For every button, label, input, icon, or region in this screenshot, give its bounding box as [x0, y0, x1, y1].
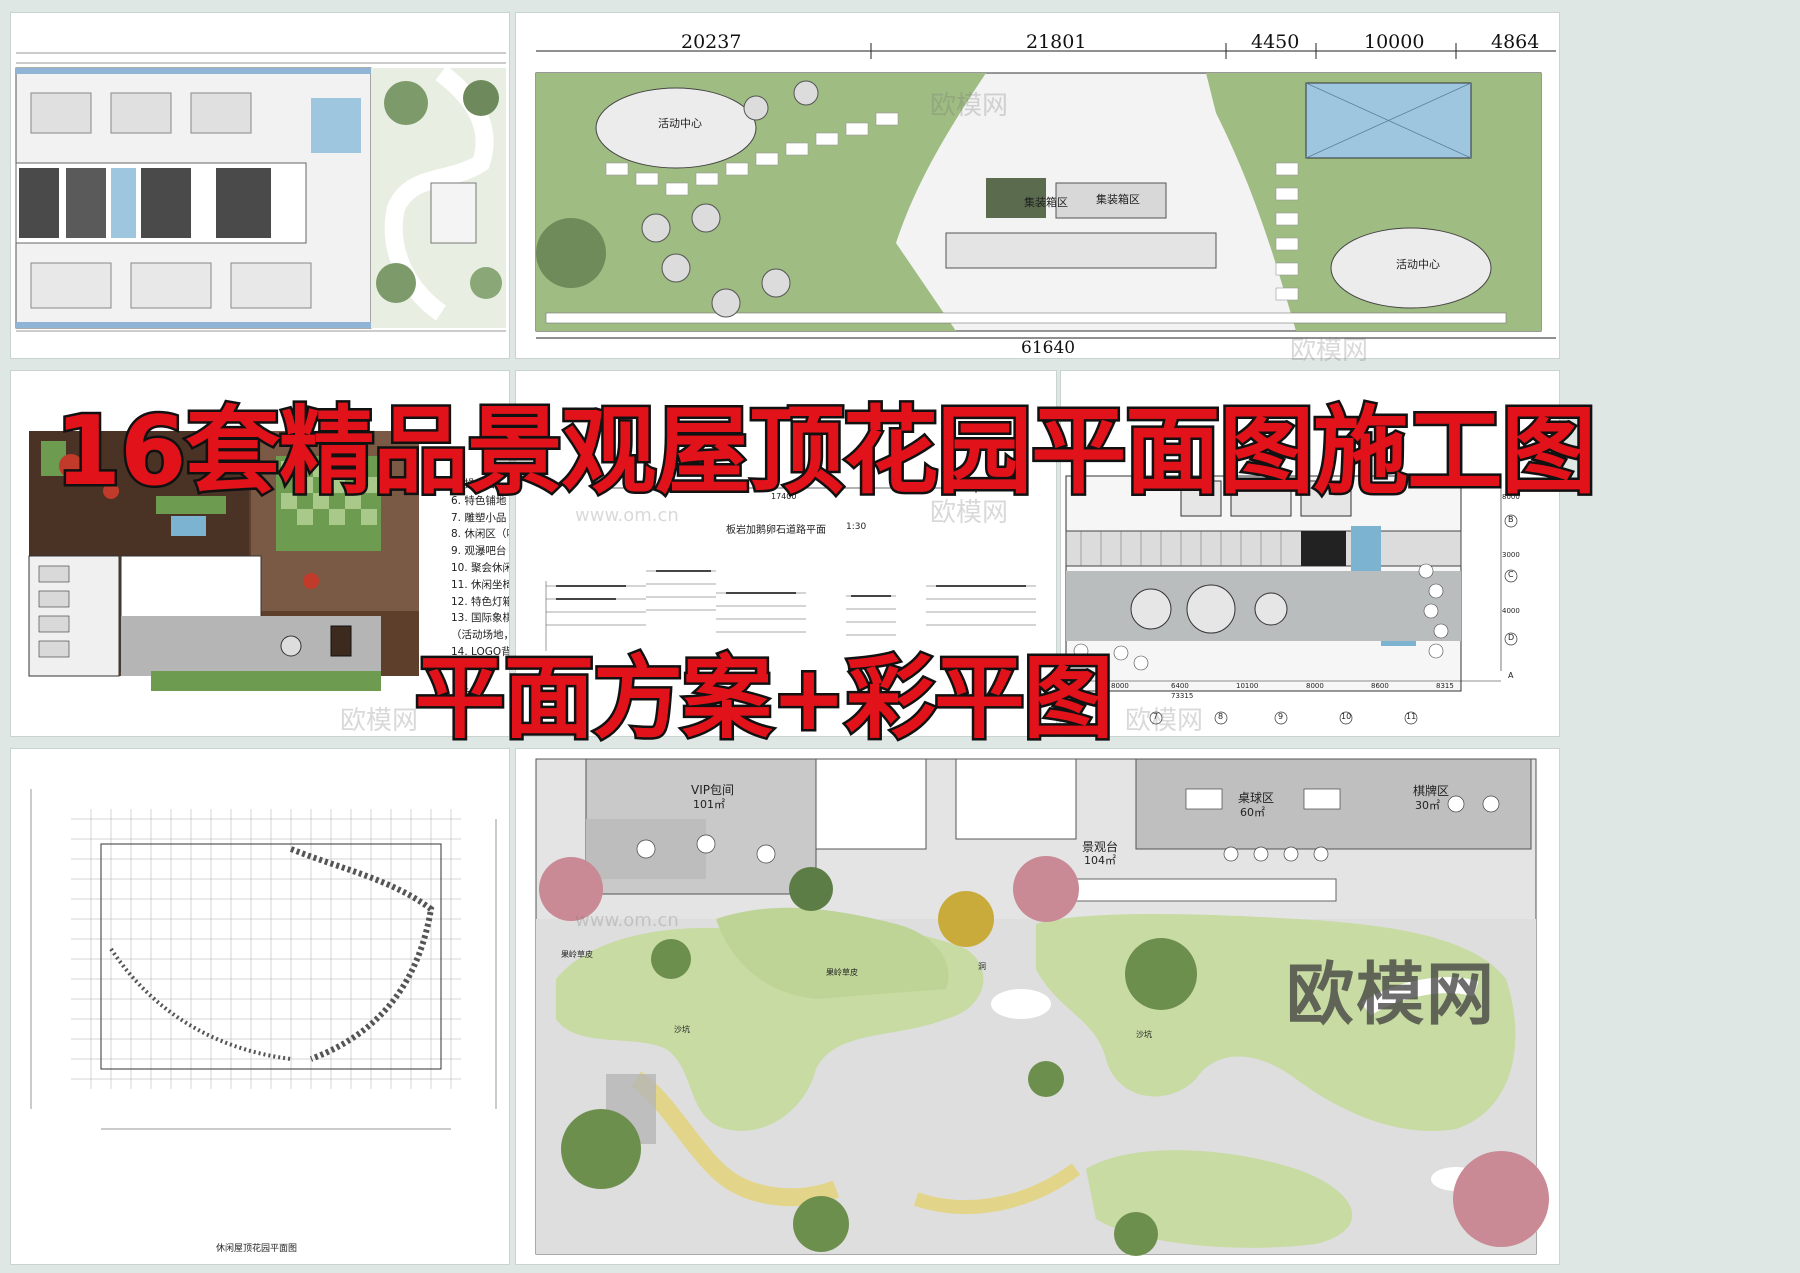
headline-sub: 平面方案+彩平图: [412, 644, 1115, 754]
dim-top-3: 4450: [1251, 31, 1300, 53]
zone-chess-area: 30㎡: [1415, 799, 1440, 812]
watermark: 欧模网: [1290, 336, 1369, 366]
brand-watermark: 欧模网: [1286, 956, 1497, 1035]
zone-terrace-area: 104㎡: [1084, 854, 1116, 867]
label-activity-center-right: 活动中心: [1396, 258, 1440, 271]
dim-right-total: 73315: [1171, 692, 1194, 700]
dim-top-1: 20237: [681, 31, 742, 53]
detail-title: 板岩加鹅卵石道路平面: [726, 525, 826, 536]
zone-vip-area: 101㎡: [693, 798, 725, 811]
panel-gridplan-bottom-left: 休闲屋顶花园平面图: [10, 748, 510, 1265]
dim-right-bottom-3: 10100: [1236, 682, 1259, 690]
panel-floorplan-top-left: [10, 12, 510, 359]
legend-item: 11. 休闲坐椅: [451, 578, 510, 591]
watermark: www.om.cn: [575, 910, 679, 931]
label-container-1: 集装箱区: [1024, 196, 1068, 209]
watermark: 欧模网: [930, 91, 1009, 121]
legend-item: 7. 雕塑小品: [451, 511, 507, 524]
dim-right-bottom-4: 8000: [1306, 682, 1324, 690]
axis-right-1: B: [1508, 515, 1514, 524]
dim-right-bottom-5: 8600: [1371, 682, 1389, 690]
axis-bottom-5: 11: [1406, 712, 1417, 721]
dim-right-side-2: 3000: [1502, 551, 1520, 559]
legend-item: 12. 特色灯箱: [451, 595, 510, 608]
axis-right-3: D: [1508, 633, 1515, 642]
dim-right-bottom-1: 8000: [1111, 682, 1129, 690]
zone-hole: 洞: [978, 962, 986, 971]
watermark: 欧模网: [340, 706, 419, 736]
zone-lawn-2: 果岭草皮: [826, 968, 858, 977]
zone-sand-2: 沙坑: [1136, 1030, 1152, 1039]
zone-billiards-area: 60㎡: [1240, 806, 1265, 819]
gridplan-drawing: [11, 749, 509, 1264]
dim-right-side-3: 4000: [1502, 607, 1520, 615]
panel-colorplan-top-right: 20237 21801 4450 10000 4864 61640 活动中心 活…: [515, 12, 1560, 359]
dim-top-4: 10000: [1364, 31, 1425, 53]
axis-bottom-4: 10: [1341, 712, 1352, 721]
legend-item: 9. 观瀑吧台: [451, 545, 507, 558]
legend-item: 10. 聚会休闲吧: [451, 561, 509, 574]
collage-canvas: 20237 21801 4450 10000 4864 61640 活动中心 活…: [0, 0, 1800, 1273]
dim-top-5: 4864: [1491, 31, 1540, 53]
headline-main: 16套精品景观屋顶花园平面图施工图: [52, 395, 1598, 510]
dim-right-bottom-6: 8315: [1436, 682, 1454, 690]
label-container-2: 集装箱区: [1096, 193, 1140, 206]
watermark: 欧模网: [1125, 706, 1204, 736]
axis-bottom-3: 9: [1278, 712, 1284, 721]
legend-item: 8. 休闲区（吸烟: [451, 528, 509, 541]
panel-colorplan-bottom-right: VIP包间 101㎡ 桌球区 60㎡ 棋牌区 30㎡ 景观台 104㎡ 果岭草皮…: [515, 748, 1560, 1265]
axis-right-2: C: [1508, 570, 1514, 579]
detail-scale: 1:30: [846, 522, 867, 532]
axis-bottom-2: 8: [1218, 712, 1224, 721]
zone-sand-1: 沙坑: [674, 1025, 690, 1034]
gridplan-caption: 休闲屋顶花园平面图: [216, 1244, 298, 1254]
dim-top-2: 21801: [1026, 31, 1087, 53]
label-activity-center-left: 活动中心: [658, 117, 702, 130]
axis-right-4: A: [1508, 671, 1514, 680]
floorplan-drawing: [11, 13, 509, 358]
colorplan-drawing: [516, 13, 1559, 358]
dim-bottom-total: 61640: [1021, 338, 1076, 358]
zone-lawn-1: 果岭草皮: [561, 950, 593, 959]
dim-right-bottom-2: 6400: [1171, 682, 1189, 690]
